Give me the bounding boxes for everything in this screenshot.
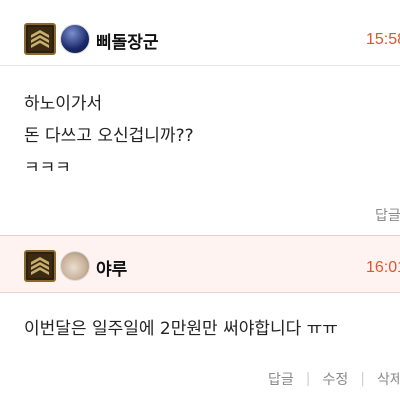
comment-timestamp: 16:01: [366, 259, 400, 276]
comment-nickname[interactable]: 야루: [96, 255, 127, 280]
comment-nickname[interactable]: 삐돌장군: [96, 28, 159, 53]
comment-timestamp: 15:58: [366, 31, 400, 48]
action-separator: |: [305, 371, 311, 387]
comment-text-line: 하노이가서: [24, 94, 103, 114]
rank-badge-icon: [24, 23, 56, 55]
reply-button[interactable]: 답글: [268, 369, 294, 389]
comment-header: 야루 16:01: [0, 235, 400, 293]
comment-header: 삐돌장군 15:58: [0, 0, 400, 66]
comment-item: 야루 16:01 이번달은 일주일에 2만원만 써야합니다 ㅠㅠ 답글 | 수정…: [0, 235, 400, 400]
comment-text-line: ㅋㅋㅋ: [24, 158, 71, 178]
delete-button[interactable]: 삭제: [377, 369, 400, 389]
user-avatar[interactable]: [60, 24, 90, 54]
comment-item: 삐돌장군 15:58 하노이가서 돈 다쓰고 오신겁니까?? ㅋㅋㅋ 답글: [0, 0, 400, 235]
comment-text-line: 이번달은 일주일에 2만원만 써야합니다 ㅠㅠ: [24, 319, 338, 339]
rank-badge-icon: [24, 250, 56, 282]
action-separator: |: [360, 371, 365, 387]
comment-actions: 답글: [375, 205, 400, 225]
comment-actions: 답글 | 수정 | 삭제: [268, 369, 400, 389]
reply-button[interactable]: 답글: [375, 205, 400, 225]
comment-text-line: 돈 다쓰고 오신겁니까??: [24, 126, 194, 146]
user-avatar[interactable]: [60, 251, 90, 281]
comment-body: 하노이가서 돈 다쓰고 오신겁니까?? ㅋㅋㅋ: [24, 88, 194, 184]
comment-body: 이번달은 일주일에 2만원만 써야합니다 ㅠㅠ: [24, 313, 338, 345]
edit-button[interactable]: 수정: [322, 369, 348, 389]
comment-divider: [0, 235, 400, 236]
